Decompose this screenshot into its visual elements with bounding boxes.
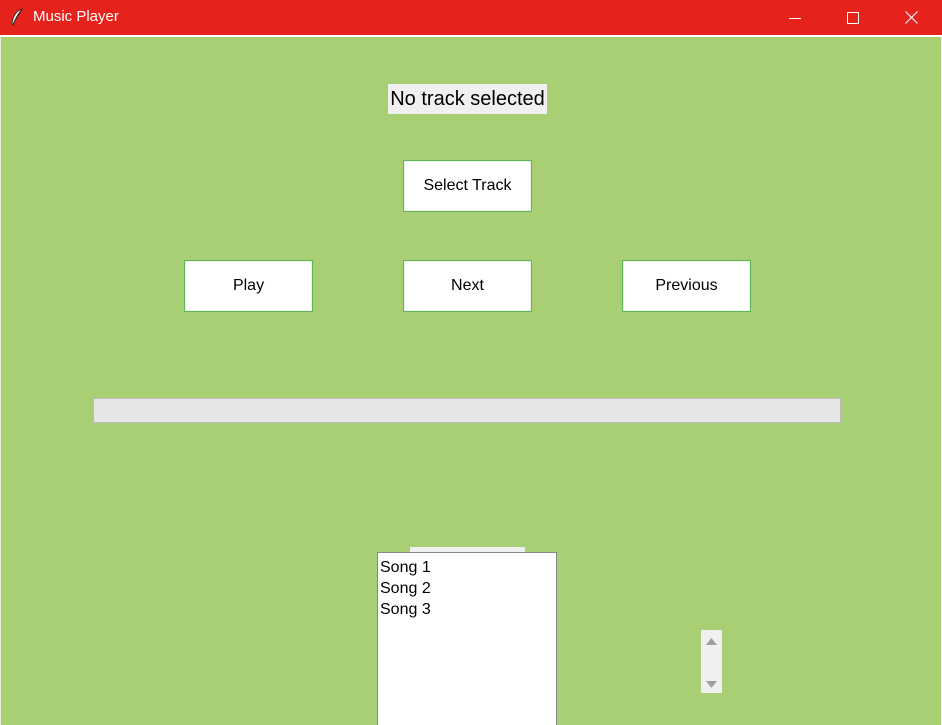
scroll-down-button[interactable] (701, 675, 722, 693)
title-bar-divider (0, 35, 942, 37)
triangle-down-icon (706, 675, 717, 693)
playlist-item[interactable]: Song 1 (378, 557, 556, 578)
minimize-button[interactable] (766, 0, 824, 35)
minimize-icon (789, 12, 801, 24)
playback-progress-bar (93, 398, 841, 423)
triangle-up-icon (706, 632, 717, 650)
window-title: Music Player (33, 8, 119, 25)
maximize-icon (847, 11, 859, 24)
playlist-scrollbar[interactable] (701, 630, 722, 693)
music-player-window: Music Player No track selected Select Tr… (0, 0, 942, 725)
track-status-label: No track selected (388, 84, 547, 114)
close-icon (904, 11, 918, 24)
title-bar[interactable]: Music Player (0, 0, 942, 35)
playlist-item[interactable]: Song 3 (378, 599, 556, 620)
close-button[interactable] (882, 0, 940, 35)
play-button[interactable]: Play (184, 260, 313, 312)
scroll-up-button[interactable] (701, 632, 722, 650)
previous-button[interactable]: Previous (622, 260, 751, 312)
select-track-button[interactable]: Select Track (403, 160, 532, 212)
playlist-item[interactable]: Song 2 (378, 578, 556, 599)
next-button[interactable]: Next (403, 260, 532, 312)
maximize-button[interactable] (824, 0, 882, 35)
feather-icon (10, 8, 24, 26)
window-border-left (0, 37, 1, 725)
playlist-listbox[interactable]: Song 1 Song 2 Song 3 (377, 552, 557, 725)
